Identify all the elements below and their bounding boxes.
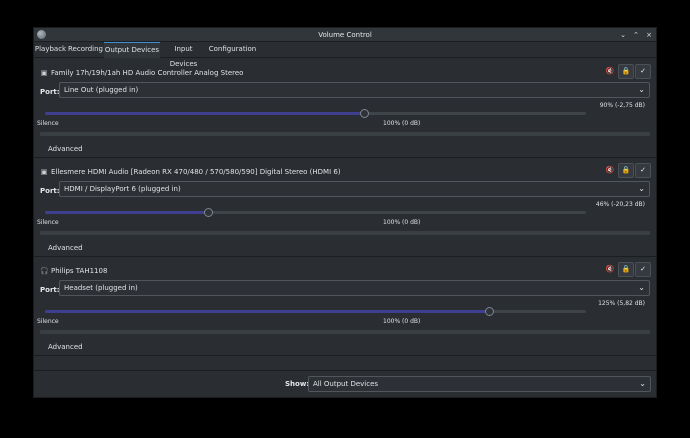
show-filter-select[interactable]: All Output Devices ⌄	[308, 376, 651, 392]
show-filter-value: All Output Devices	[313, 380, 379, 388]
tab-recording[interactable]: Recording	[67, 42, 104, 58]
window-title: Volume Control	[318, 31, 372, 39]
volume-readout: 90% (-2,75 dB)	[599, 102, 645, 109]
tab-playback[interactable]: Playback	[34, 42, 67, 58]
volume-slider-fill	[45, 211, 209, 214]
port-value: Line Out (plugged in)	[64, 86, 139, 94]
lock-channels-button[interactable]: 🔒	[618, 163, 634, 178]
port-select[interactable]: HDMI / DisplayPort 6 (plugged in) ⌄	[59, 181, 650, 197]
close-icon[interactable]: ×	[644, 30, 654, 40]
set-default-button[interactable]: ✓	[635, 163, 651, 178]
separator	[40, 231, 650, 235]
mute-icon[interactable]: 🔇	[605, 163, 615, 178]
volume-slider-fill	[45, 112, 365, 115]
sound-card-icon: ▣	[40, 69, 48, 77]
device-name: Ellesmere HDMI Audio [Radeon RX 470/480 …	[51, 168, 341, 176]
silence-label: Silence	[37, 120, 59, 127]
set-default-button[interactable]: ✓	[635, 262, 651, 277]
silence-label: Silence	[37, 318, 59, 325]
device-panel: ▣ Family 17h/19h/1ah HD Audio Controller…	[34, 59, 656, 158]
tab-configuration[interactable]: Configuration	[207, 42, 258, 58]
volume-control-window: Volume Control ⌄ ⌃ × Playback Recording …	[33, 27, 657, 398]
volume-slider[interactable]	[45, 208, 586, 217]
show-label: Show:	[285, 380, 310, 388]
lock-channels-button[interactable]: 🔒	[618, 64, 634, 79]
tab-input-devices[interactable]: Input Devices	[160, 42, 207, 68]
chevron-down-icon: ⌄	[638, 85, 645, 94]
port-value: HDMI / DisplayPort 6 (plugged in)	[64, 185, 181, 193]
device-name: Family 17h/19h/1ah HD Audio Controller A…	[51, 69, 244, 77]
volume-slider-handle[interactable]	[360, 109, 370, 118]
set-default-button[interactable]: ✓	[635, 64, 651, 79]
volume-slider-handle[interactable]	[204, 208, 214, 217]
mute-icon[interactable]: 🔇	[605, 262, 615, 277]
device-panel: ▣ Ellesmere HDMI Audio [Radeon RX 470/48…	[34, 158, 656, 257]
title-bar: Volume Control ⌄ ⌃ ×	[34, 28, 656, 42]
volume-slider[interactable]	[45, 307, 586, 316]
volume-slider-fill	[45, 310, 489, 313]
advanced-expander[interactable]: Advanced	[48, 145, 83, 153]
port-value: Headset (plugged in)	[64, 284, 138, 292]
port-label: Port:	[40, 187, 60, 195]
unity-label: 100% (0 dB)	[383, 120, 421, 127]
volume-slider[interactable]	[45, 109, 586, 118]
port-select[interactable]: Line Out (plugged in) ⌄	[59, 82, 650, 98]
device-name: Philips TAH1108	[51, 267, 108, 275]
device-panel: 🎧 Philips TAH1108 🔇 🔒 ✓ Port: Headset (p…	[34, 257, 656, 356]
separator	[40, 330, 650, 334]
separator	[40, 132, 650, 136]
advanced-expander[interactable]: Advanced	[48, 343, 83, 351]
volume-readout: 125% (5,82 dB)	[598, 300, 645, 307]
volume-slider-handle[interactable]	[484, 307, 494, 316]
unity-label: 100% (0 dB)	[383, 219, 421, 226]
chevron-down-icon: ⌄	[639, 379, 646, 388]
footer-divider	[34, 370, 656, 371]
advanced-expander[interactable]: Advanced	[48, 244, 83, 252]
port-label: Port:	[40, 88, 60, 96]
chevron-down-icon: ⌄	[638, 184, 645, 193]
sound-card-icon: ▣	[40, 168, 48, 176]
silence-label: Silence	[37, 219, 59, 226]
maximize-icon[interactable]: ⌃	[631, 30, 641, 40]
mute-icon[interactable]: 🔇	[605, 64, 615, 79]
chevron-down-icon: ⌄	[638, 283, 645, 292]
headphones-icon: 🎧	[40, 267, 49, 275]
lock-channels-button[interactable]: 🔒	[618, 262, 634, 277]
port-select[interactable]: Headset (plugged in) ⌄	[59, 280, 650, 296]
volume-readout: 46% (-20,23 dB)	[595, 201, 645, 208]
minimize-icon[interactable]: ⌄	[618, 30, 628, 40]
unity-label: 100% (0 dB)	[383, 318, 421, 325]
port-label: Port:	[40, 286, 60, 294]
tab-output-devices[interactable]: Output Devices	[104, 42, 160, 58]
tab-bar: Playback Recording Output Devices Input …	[34, 42, 656, 68]
